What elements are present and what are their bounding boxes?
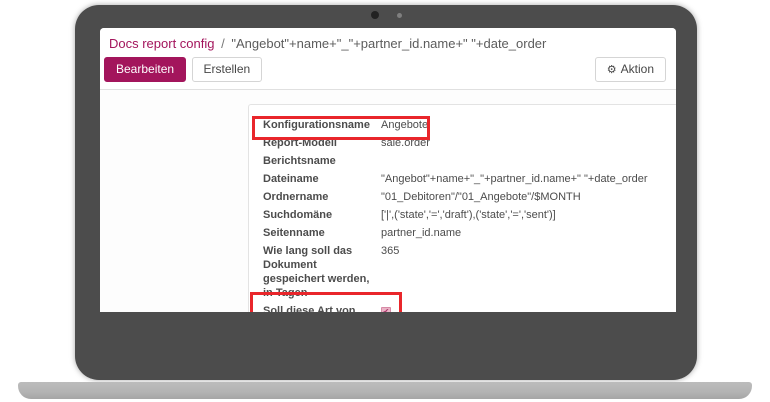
form-row: Seitenname partner_id.name: [263, 226, 676, 240]
annotation-highlight-checkbox: [250, 292, 402, 312]
breadcrumb: Docs report config / "Angebot"+name+"_"+…: [109, 36, 546, 51]
field-value[interactable]: "Angebot"+name+"_"+partner_id.name+" "+d…: [381, 172, 648, 186]
camera-icon: [371, 11, 379, 19]
create-button[interactable]: Erstellen: [192, 57, 263, 82]
form-rows: Konfigurationsname Angebote Report-Model…: [263, 118, 676, 312]
breadcrumb-separator: /: [221, 36, 225, 51]
breadcrumb-current: "Angebot"+name+"_"+partner_id.name+" "+d…: [231, 36, 546, 51]
field-label: Seitenname: [263, 226, 375, 240]
form-row: Ordnername "01_Debitoren"/"01_Angebote"/…: [263, 190, 676, 204]
field-value[interactable]: "01_Debitoren"/"01_Angebote"/$MONTH: [381, 190, 581, 204]
annotation-highlight-config-name: [252, 116, 430, 140]
toolbar: Bearbeiten Erstellen ⚙ Aktion: [104, 57, 670, 82]
app-screen: Docs report config / "Angebot"+name+"_"+…: [100, 28, 676, 312]
form-row: Suchdomäne ['|',('state','=','draft'),('…: [263, 208, 676, 222]
field-label: Dateiname: [263, 172, 375, 186]
laptop-bezel: Docs report config / "Angebot"+name+"_"+…: [75, 5, 697, 380]
action-button[interactable]: ⚙ Aktion: [595, 57, 666, 82]
action-button-label: Aktion: [621, 62, 654, 76]
gear-icon: ⚙: [607, 64, 617, 76]
control-panel: Docs report config / "Angebot"+name+"_"+…: [100, 28, 676, 90]
breadcrumb-root[interactable]: Docs report config: [109, 36, 215, 51]
power-led-icon: [397, 13, 402, 18]
field-label: Ordnername: [263, 190, 375, 204]
field-label: Suchdomäne: [263, 208, 375, 222]
field-label: Berichtsname: [263, 154, 375, 168]
edit-button[interactable]: Bearbeiten: [104, 57, 186, 82]
form-row: Berichtsname: [263, 154, 676, 168]
laptop-base: [18, 382, 752, 399]
field-value[interactable]: ['|',('state','=','draft'),('state','=',…: [381, 208, 556, 222]
form-row: Dateiname "Angebot"+name+"_"+partner_id.…: [263, 172, 676, 186]
field-value[interactable]: partner_id.name: [381, 226, 461, 240]
